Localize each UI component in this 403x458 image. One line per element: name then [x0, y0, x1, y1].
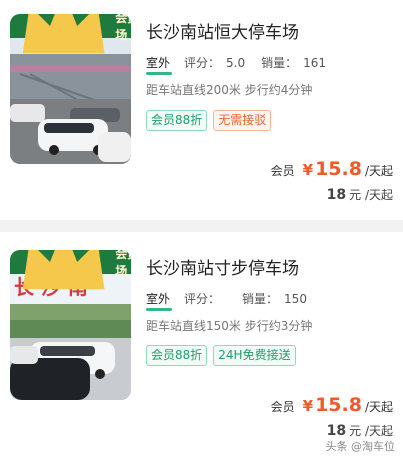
regular-price-amount: 18 [326, 187, 347, 203]
sales-label: 销量： [242, 292, 279, 306]
member-price-unit: /天起 [364, 164, 393, 178]
member-discount-tag: 会员88折 [146, 110, 208, 131]
member-lot-badge: 会员车场 [10, 14, 131, 54]
feature-tags: 会员88折 无需接驳 [146, 110, 272, 131]
member-price-unit: /天起 [364, 400, 393, 414]
distance-info: 距车站直线150米 步行约3分钟 [146, 319, 313, 333]
distance-info: 距车站直线200米 步行约4分钟 [146, 83, 313, 97]
sales-value: 150 [284, 291, 307, 306]
watermark: 头条 @淘车位 [326, 438, 396, 454]
regular-price: 18 元 /天起 [327, 186, 393, 203]
rating-value: 5.0 [226, 55, 246, 70]
free-shuttle-tag: 24H免费接送 [213, 345, 296, 366]
member-lot-badge-label: 会员车场 [115, 250, 131, 278]
watermark-text: 头条 @淘车位 [325, 440, 396, 453]
sales-value: 161 [303, 55, 327, 70]
member-price: 会员 ¥ 15.8 /天起 [271, 158, 393, 180]
parking-listing-card[interactable]: 长 沙 南 会员车场 长沙南站寸步停车场 室外 评分： 销量： 150 距车站直… [0, 232, 403, 458]
rating-label: 评分： [184, 56, 221, 70]
card-separator [0, 220, 403, 232]
lot-type: 室外 [146, 292, 173, 311]
crown-icon [22, 250, 105, 290]
feature-tags: 会员88折 24H免费接送 [146, 345, 296, 366]
parking-lot-title[interactable]: 长沙南站恒大停车场 [146, 18, 299, 43]
member-price-label: 会员 [270, 400, 295, 414]
member-price-label: 会员 [270, 164, 295, 178]
no-shuttle-tag: 无需接驳 [213, 110, 272, 131]
member-price-amount: 15.8 [315, 394, 362, 416]
rating-label: 评分： [184, 292, 221, 306]
parking-lot-title[interactable]: 长沙南站寸步停车场 [146, 254, 299, 279]
member-price-amount: 15.8 [315, 158, 362, 180]
parking-listing-card[interactable]: 会员车场 长沙南站恒大停车场 室外 评分： 5.0 销量： 161 距车站直线2… [0, 0, 403, 220]
currency-symbol: ¥ [302, 397, 314, 415]
member-price: 会员 ¥ 15.8 /天起 [271, 394, 393, 416]
regular-price-unit: 元 /天起 [349, 188, 393, 202]
parking-lot-photo: 会员车场 [10, 14, 131, 164]
regular-price-unit: 元 /天起 [349, 424, 393, 438]
regular-price-amount: 18 [326, 423, 347, 439]
parking-lot-meta: 室外 评分： 销量： 150 [146, 290, 307, 311]
member-lot-badge: 会员车场 [10, 250, 131, 290]
lot-type: 室外 [146, 56, 173, 75]
member-lot-badge-label: 会员车场 [115, 14, 131, 42]
regular-price: 18 元 /天起 [327, 422, 393, 439]
parking-lot-meta: 室外 评分： 5.0 销量： 161 [146, 54, 327, 75]
member-discount-tag: 会员88折 [146, 345, 208, 366]
parking-lot-photo: 长 沙 南 会员车场 [10, 250, 131, 400]
crown-icon [22, 14, 105, 54]
currency-symbol: ¥ [302, 161, 314, 179]
sales-label: 销量： [261, 56, 298, 70]
